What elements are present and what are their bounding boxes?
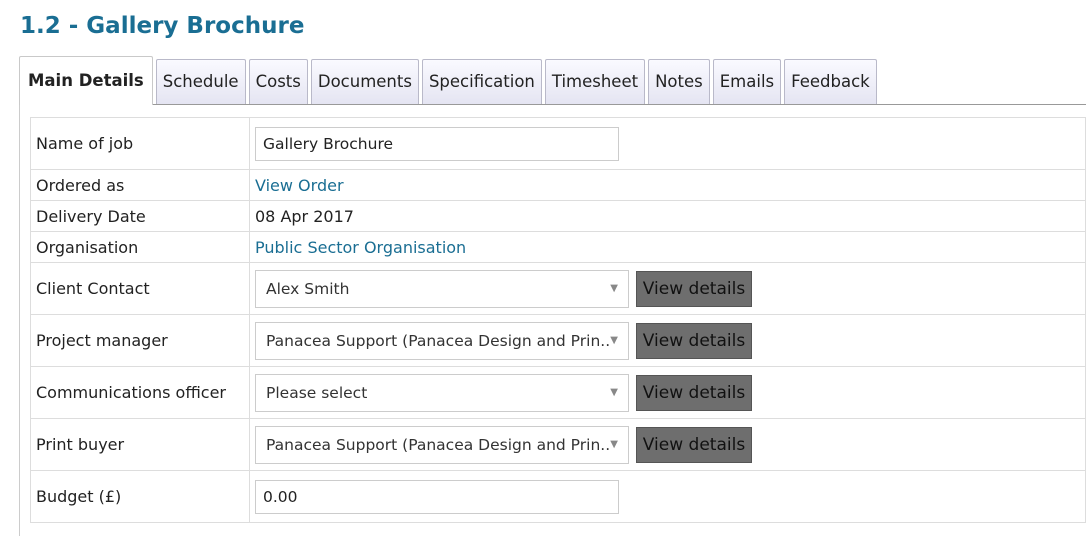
print-buyer-select[interactable]: Panacea Support (Panacea Design and Prin… (255, 425, 629, 464)
form-row-client-contact: Client Contact Alex Smith ▼ View details (30, 262, 1086, 315)
form-row-delivery-date: Delivery Date 08 Apr 2017 (30, 200, 1086, 232)
delivery-date-label: Delivery Date (30, 200, 250, 232)
tab-bar: Main Details Schedule Costs Documents Sp… (19, 56, 880, 105)
delivery-date-value: 08 Apr 2017 (249, 200, 1086, 232)
communications-officer-select[interactable]: Please select ▼ (255, 373, 629, 412)
tab-timesheet[interactable]: Timesheet (544, 59, 646, 105)
project-manager-select[interactable]: Panacea Support (Panacea Design and Prin… (255, 321, 629, 360)
tab-costs[interactable]: Costs (248, 59, 308, 105)
tab-documents[interactable]: Documents (310, 59, 419, 105)
print-buyer-label: Print buyer (30, 418, 250, 471)
communications-officer-label: Communications officer (30, 366, 250, 419)
tab-specification[interactable]: Specification (421, 59, 542, 105)
form-row-ordered-as: Ordered as View Order (30, 169, 1086, 201)
client-contact-view-details-button[interactable]: View details (636, 270, 752, 307)
form-row-name-of-job: Name of job (30, 117, 1086, 170)
print-buyer-view-details-button[interactable]: View details (636, 426, 752, 463)
ordered-as-label: Ordered as (30, 169, 250, 201)
organisation-label: Organisation (30, 231, 250, 263)
client-contact-label: Client Contact (30, 262, 250, 315)
tab-emails[interactable]: Emails (712, 59, 782, 105)
name-of-job-label: Name of job (30, 117, 250, 170)
communications-officer-view-details-button[interactable]: View details (636, 374, 752, 411)
chevron-down-icon: ▼ (610, 387, 618, 398)
project-manager-label: Project manager (30, 314, 250, 367)
tab-main-details[interactable]: Main Details (19, 56, 153, 105)
form-row-print-buyer: Print buyer Panacea Support (Panacea Des… (30, 418, 1086, 471)
tab-notes[interactable]: Notes (648, 59, 710, 105)
chevron-down-icon: ▼ (610, 283, 618, 294)
form-row-organisation: Organisation Public Sector Organisation (30, 231, 1086, 263)
organisation-link[interactable]: Public Sector Organisation (255, 238, 466, 257)
tab-feedback[interactable]: Feedback (784, 59, 877, 105)
form-row-communications-officer: Communications officer Please select ▼ V… (30, 366, 1086, 419)
client-contact-select[interactable]: Alex Smith ▼ (255, 269, 629, 308)
chevron-down-icon: ▼ (610, 335, 618, 346)
chevron-down-icon: ▼ (610, 439, 618, 450)
budget-label: Budget (£) (30, 470, 250, 523)
form-row-project-manager: Project manager Panacea Support (Panacea… (30, 314, 1086, 367)
form-row-budget: Budget (£) (30, 470, 1086, 523)
project-manager-view-details-button[interactable]: View details (636, 322, 752, 359)
name-of-job-input[interactable] (255, 126, 619, 161)
page-title: 1.2 - Gallery Brochure (20, 13, 305, 39)
main-details-form: Name of job Ordered as View Order Delive… (30, 117, 1086, 523)
view-order-link[interactable]: View Order (255, 176, 344, 195)
budget-input[interactable] (255, 479, 619, 514)
tab-schedule[interactable]: Schedule (155, 59, 246, 105)
